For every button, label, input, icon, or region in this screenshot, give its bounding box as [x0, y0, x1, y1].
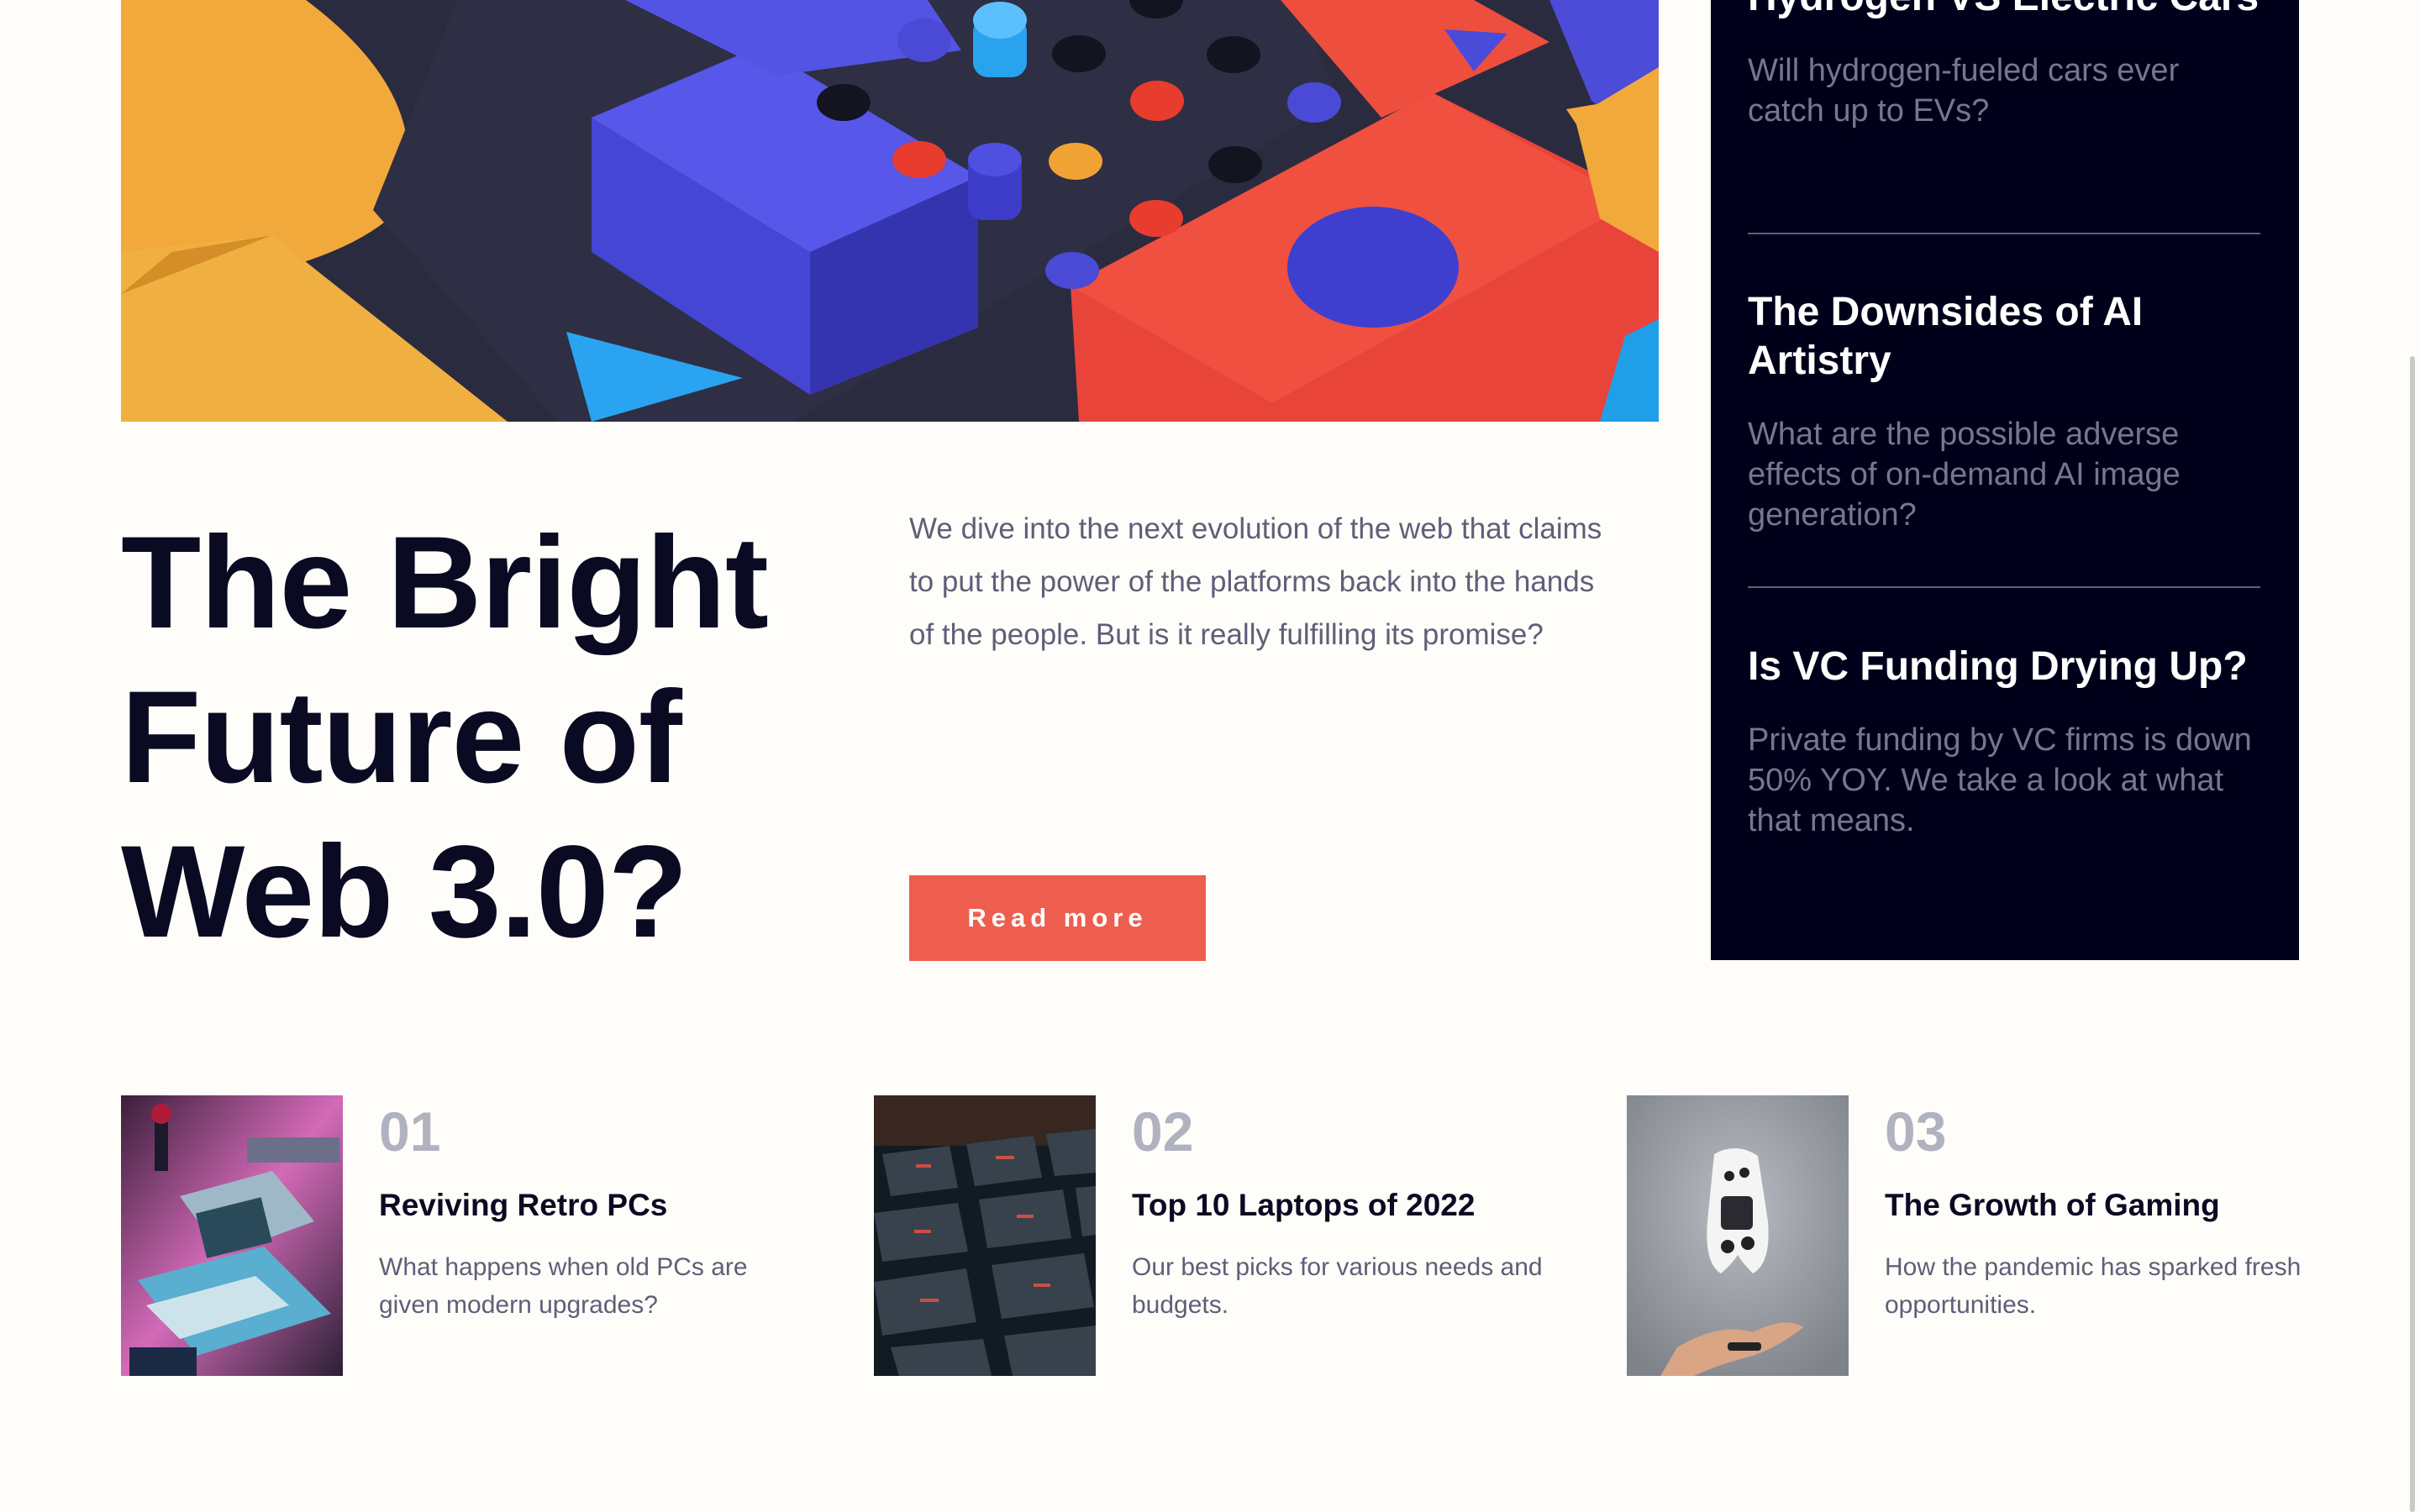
- article-card[interactable]: 01 Reviving Retro PCs What happens when …: [121, 1095, 827, 1378]
- sidebar-divider: [1748, 586, 2260, 588]
- card-title[interactable]: Reviving Retro PCs: [379, 1186, 667, 1225]
- sidebar-item-ai-artistry[interactable]: The Downsides of AI Artistry What are th…: [1748, 288, 2260, 535]
- article-card[interactable]: 02 Top 10 Laptops of 2022 Our best picks…: [874, 1095, 1580, 1378]
- sidebar-item-vc-funding[interactable]: Is VC Funding Drying Up? Private funding…: [1748, 643, 2260, 841]
- card-number: 01: [379, 1100, 441, 1163]
- sidebar-item-title[interactable]: Is VC Funding Drying Up?: [1748, 643, 2260, 691]
- hero-image: [121, 0, 1659, 422]
- sidebar-item-title[interactable]: Hydrogen VS Electric Cars: [1748, 0, 2260, 22]
- article-card[interactable]: 03 The Growth of Gaming How the pandemic…: [1627, 1095, 2333, 1378]
- article-lede: We dive into the next evolution of the w…: [909, 512, 1602, 651]
- card-title[interactable]: The Growth of Gaming: [1885, 1186, 2220, 1225]
- card-title[interactable]: Top 10 Laptops of 2022: [1132, 1186, 1475, 1225]
- article-headline[interactable]: The Bright Future of Web 3.0?: [121, 506, 877, 969]
- sidebar-item-title[interactable]: The Downsides of AI Artistry: [1748, 288, 2260, 386]
- card-desc: How the pandemic has sparked fresh oppor…: [1885, 1253, 2302, 1319]
- card-desc: What happens when old PCs are given mode…: [379, 1253, 748, 1319]
- scrollbar-thumb[interactable]: [2410, 356, 2415, 1512]
- card-number: 03: [1885, 1100, 1947, 1163]
- page-scrollbar[interactable]: [2395, 0, 2420, 1512]
- sidebar-item-desc: Will hydrogen-fueled cars ever catch up …: [1748, 53, 2180, 129]
- retro-pc-image[interactable]: [121, 1095, 343, 1376]
- sidebar-item-desc: What are the possible adverse effects of…: [1748, 417, 2181, 533]
- card-desc: Our best picks for various needs and bud…: [1132, 1253, 1543, 1319]
- sidebar-item-hydrogen[interactable]: Hydrogen VS Electric Cars Will hydrogen-…: [1748, 0, 2260, 131]
- card-number: 02: [1132, 1100, 1194, 1163]
- sidebar-divider: [1748, 233, 2260, 234]
- read-more-button[interactable]: Read more: [909, 875, 1206, 961]
- trending-sidebar: Hydrogen VS Electric Cars Will hydrogen-…: [1711, 0, 2299, 960]
- laptop-keyboard-image[interactable]: [874, 1095, 1096, 1376]
- game-controller-image[interactable]: [1627, 1095, 1849, 1376]
- sidebar-item-desc: Private funding by VC firms is down 50% …: [1748, 722, 2252, 838]
